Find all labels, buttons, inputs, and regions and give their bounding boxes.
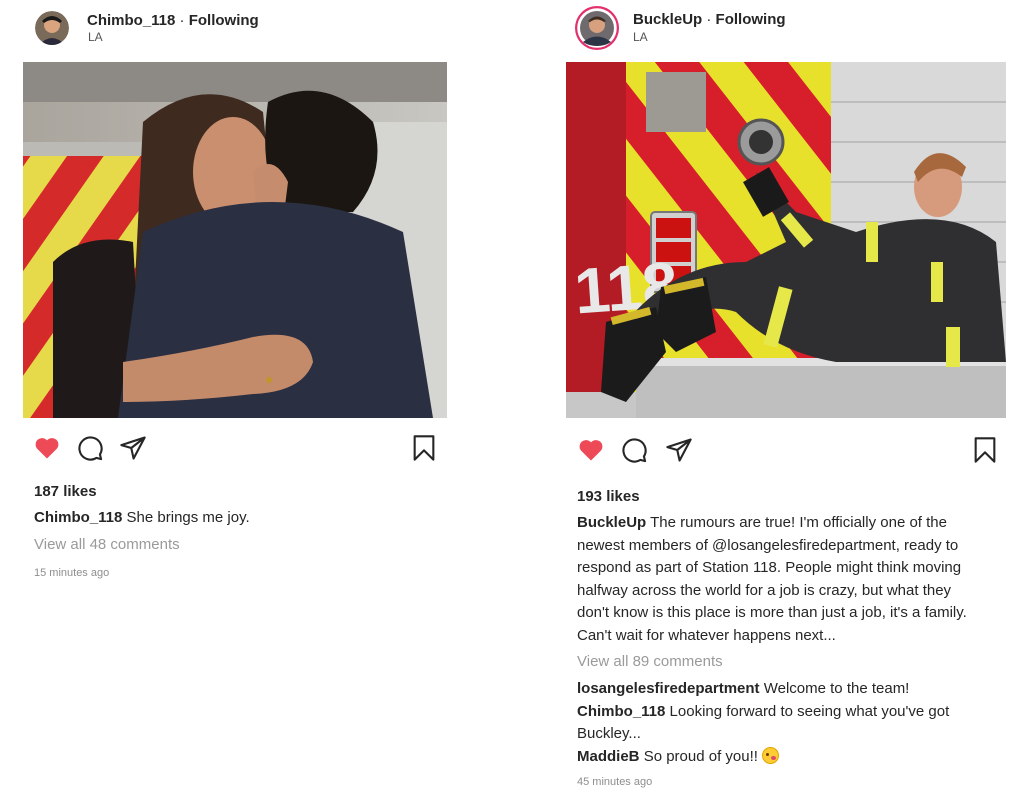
caption-line: halfway across the world for a job is cr…: [577, 581, 952, 599]
comment-text: Looking forward to seeing what you've go…: [669, 702, 950, 720]
view-all-comments[interactable]: View all 48 comments: [34, 536, 180, 553]
comment-icon[interactable]: [76, 434, 104, 467]
post-actions: [577, 436, 999, 468]
timestamp: 15 minutes ago: [34, 567, 110, 579]
caption: Chimbo_118 She brings me joy.: [34, 507, 250, 530]
post-photo[interactable]: [23, 62, 447, 418]
caption-line: newest members of @losangelesfiredepartm…: [577, 536, 959, 554]
caption-text: She brings me joy.: [126, 509, 250, 526]
separator: ·: [179, 12, 185, 29]
username[interactable]: BuckleUp: [633, 11, 702, 28]
comment-icon[interactable]: [620, 436, 648, 469]
location[interactable]: LA: [633, 30, 648, 44]
bookmark-icon[interactable]: [410, 434, 438, 467]
share-icon[interactable]: [665, 436, 693, 469]
likes-count[interactable]: 187 likes: [34, 483, 97, 500]
comment-item: Chimbo_118 Looking forward to seeing wha…: [577, 701, 1017, 724]
heart-icon[interactable]: [33, 434, 61, 467]
comment-item: MaddieB So proud of you!!: [577, 746, 1017, 769]
caption-line: The rumours are true! I'm officially one…: [650, 514, 947, 531]
post-header: Chimbo_118 · Following LA: [0, 0, 470, 60]
post-actions: [33, 434, 438, 466]
separator: ·: [706, 11, 712, 28]
comment-continuation: Buckley...: [577, 725, 641, 742]
post-photo[interactable]: 118: [566, 62, 1006, 418]
post-chimbo: Chimbo_118 · Following LA 187 likes Chim…: [0, 0, 470, 800]
likes-count[interactable]: 193 likes: [577, 488, 640, 505]
following-label[interactable]: Following: [189, 12, 259, 29]
comment-text: Welcome to the team!: [763, 680, 910, 697]
post-header: BuckleUp · Following LA: [545, 0, 1026, 60]
kiss-emoji-icon: [762, 746, 780, 764]
comment-username[interactable]: losangelesfiredepartment: [577, 680, 760, 697]
caption-line: don't know is this place is more than ju…: [577, 604, 967, 621]
username[interactable]: Chimbo_118: [87, 12, 175, 29]
post-buckleup: BuckleUp · Following LA 118 193 likes Bu…: [545, 0, 1026, 800]
comments-list: losangelesfiredepartment Welcome to the …: [577, 678, 1017, 768]
location[interactable]: LA: [88, 30, 103, 44]
comment-username[interactable]: Chimbo_118: [577, 703, 665, 720]
comment-username[interactable]: MaddieB: [577, 748, 640, 765]
comment-text: So proud of you!!: [643, 747, 758, 765]
caption-line: Can't wait for whatever happens next...: [577, 626, 836, 644]
timestamp: 45 minutes ago: [577, 776, 653, 788]
following-label[interactable]: Following: [716, 11, 786, 28]
avatar[interactable]: [575, 6, 619, 50]
avatar[interactable]: [35, 11, 69, 45]
caption-username[interactable]: Chimbo_118: [34, 509, 122, 526]
heart-icon[interactable]: [577, 436, 605, 469]
caption: BuckleUp The rumours are true! I'm offic…: [577, 512, 1017, 647]
bookmark-icon[interactable]: [971, 436, 999, 469]
caption-line: respond as part of Station 118. People m…: [577, 559, 962, 576]
share-icon[interactable]: [119, 434, 147, 467]
comment-item: losangelesfiredepartment Welcome to the …: [577, 678, 1017, 701]
caption-username[interactable]: BuckleUp: [577, 514, 646, 531]
view-all-comments[interactable]: View all 89 comments: [577, 653, 723, 670]
